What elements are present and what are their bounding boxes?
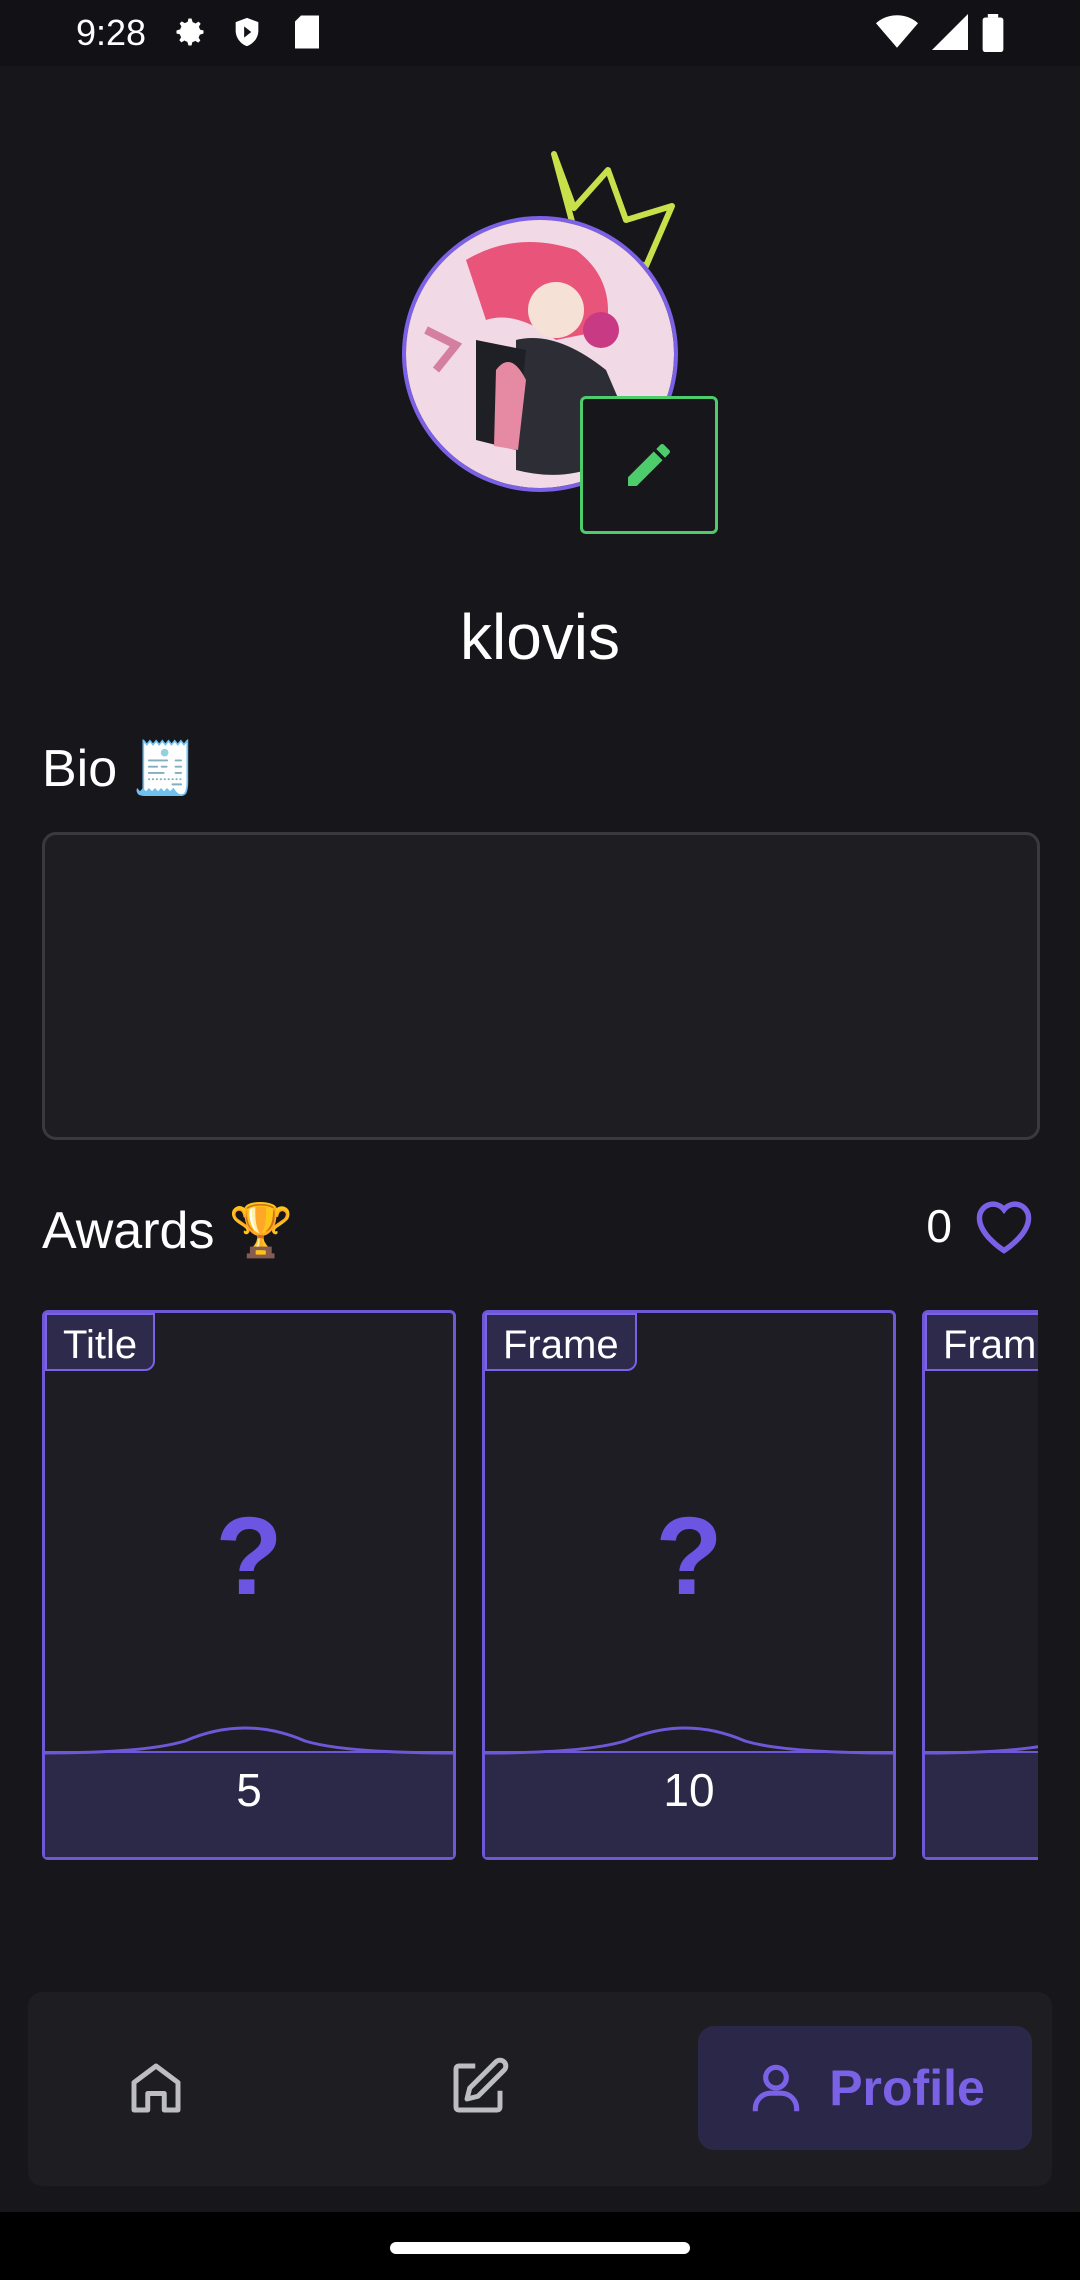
edit-avatar-button[interactable] bbox=[580, 396, 718, 534]
status-time: 9:28 bbox=[76, 12, 147, 53]
award-placeholder: ? bbox=[655, 1495, 723, 1618]
award-card[interactable]: Frame ? bbox=[922, 1310, 1038, 1860]
bottom-nav: Profile bbox=[28, 1992, 1052, 2186]
compose-icon bbox=[453, 2057, 509, 2113]
home-icon bbox=[131, 2063, 181, 2113]
likes-count: 0 bbox=[926, 1200, 952, 1252]
award-card-footer bbox=[925, 1751, 1038, 1857]
status-bar: 9:28 bbox=[0, 0, 1080, 66]
award-card[interactable]: Title ? 5 bbox=[42, 1310, 456, 1860]
username: klovis bbox=[459, 601, 621, 673]
nav-compose[interactable] bbox=[400, 2026, 556, 2150]
award-card-tag: Frame bbox=[925, 1313, 1038, 1371]
wifi-icon bbox=[876, 15, 918, 48]
signal-icon bbox=[932, 14, 968, 50]
settings-icon bbox=[176, 18, 204, 46]
nav-home[interactable] bbox=[78, 2026, 234, 2150]
awards-title: Awards 🏆 bbox=[42, 1202, 294, 1260]
pencil-icon bbox=[628, 443, 670, 486]
user-icon bbox=[752, 2064, 800, 2112]
likes-counter[interactable]: 0 bbox=[926, 1196, 1038, 1256]
award-cost: 5 bbox=[236, 1764, 262, 1816]
shield-play-icon bbox=[235, 17, 259, 47]
bio-field[interactable] bbox=[42, 832, 1040, 1140]
award-placeholder: ? bbox=[925, 1493, 1038, 1620]
award-placeholder: ? bbox=[215, 1495, 283, 1618]
awards-carousel[interactable]: Title ? 5 Frame ? 10 Frame ? bbox=[42, 1310, 1038, 1860]
award-card-tag: Frame bbox=[485, 1313, 637, 1371]
sd-card-icon bbox=[295, 15, 319, 49]
avatar-section bbox=[398, 148, 718, 538]
gesture-bar bbox=[0, 2212, 1080, 2280]
award-card[interactable]: Frame ? 10 bbox=[482, 1310, 896, 1860]
card-wave bbox=[45, 1726, 453, 1755]
heart-icon[interactable] bbox=[970, 1196, 1038, 1256]
battery-icon bbox=[982, 14, 1004, 52]
bio-title: Bio 🧾 bbox=[42, 740, 197, 798]
card-wave bbox=[925, 1745, 1038, 1755]
nav-profile[interactable]: Profile bbox=[698, 2026, 1032, 2150]
award-cost: 10 bbox=[663, 1764, 715, 1816]
card-wave bbox=[485, 1726, 893, 1755]
nav-profile-label: Profile bbox=[829, 2060, 985, 2116]
award-card-tag: Title bbox=[45, 1313, 156, 1371]
home-indicator[interactable] bbox=[390, 2242, 690, 2254]
